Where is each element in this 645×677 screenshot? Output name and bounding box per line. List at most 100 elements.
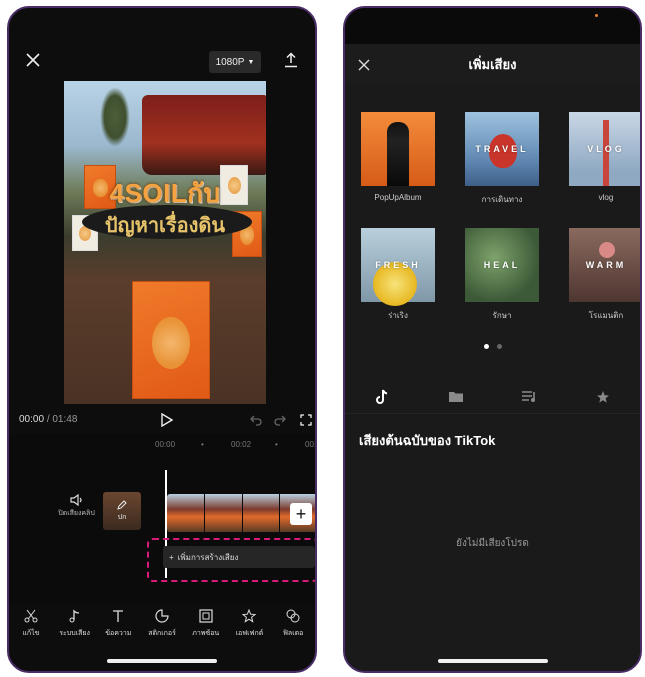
tool-label: เอฟเฟกต์ [235, 630, 264, 637]
editor-screen: 1080P ▼ 4SOILกับ ปัญหาเรื่องดิน 00:00 / … [7, 6, 317, 673]
tool-sticker[interactable]: สติกเกอร์ [140, 608, 184, 648]
album-art-text: HEAL [483, 260, 521, 270]
product-package-main [132, 281, 210, 399]
play-icon[interactable] [157, 410, 177, 430]
cover-button[interactable]: ปก [103, 492, 141, 530]
sound-header: เพิ่มเสียง [345, 44, 640, 84]
page-indicator [345, 344, 640, 349]
tree-graphic [100, 87, 130, 147]
music-note-icon [66, 608, 84, 624]
sticker-icon [153, 608, 171, 624]
tool-overlay[interactable]: ภาพซ้อน [184, 608, 228, 648]
album-art: HEAL [465, 228, 539, 302]
home-indicator[interactable] [107, 659, 217, 663]
clip-thumbnail [204, 494, 242, 532]
editor-top-bar: 1080P ▼ [9, 48, 315, 78]
page-dot-active[interactable] [483, 344, 489, 349]
voiceover-highlight: + เพิ่มการสร้างเสียง [147, 538, 315, 582]
album-art: TRAVEL [465, 112, 539, 186]
tab-tiktok[interactable] [362, 383, 402, 411]
ruler-dot: • [201, 440, 204, 449]
close-icon[interactable] [21, 48, 45, 72]
speaker-icon [69, 493, 82, 507]
ruler-tick: 00:0 [305, 440, 317, 449]
camera-dot [595, 14, 598, 17]
tool-label: ภาพซ้อน [192, 630, 220, 637]
tab-folder[interactable] [436, 383, 476, 411]
folder-icon [448, 392, 463, 402]
mute-clip-label: ปิดเสียงคลิป [58, 510, 95, 517]
tool-audio[interactable]: ระบบเสียง [53, 608, 97, 648]
redo-icon[interactable] [271, 411, 289, 429]
filter-icon [284, 608, 302, 624]
tool-effects[interactable]: เอฟเฟกต์ [228, 608, 272, 648]
album-art: VLOG [569, 112, 640, 186]
album-art-text: WARM [585, 260, 627, 270]
album-card[interactable]: WARM โรแมนติก [569, 228, 640, 322]
pencil-icon [117, 499, 127, 510]
album-card[interactable]: TRAVEL การเดินทาง [465, 112, 539, 206]
tool-label: สติกเกอร์ [148, 630, 176, 637]
effects-icon [240, 608, 258, 624]
tool-label: แก้ไข [22, 630, 40, 637]
album-caption: การเดินทาง [481, 195, 523, 204]
tool-bar: แก้ไข ระบบเสียง ข้อความ สติกเกอร์ ภาพซ้อ… [9, 608, 315, 648]
total-time: 01:48 [52, 414, 78, 425]
album-caption: PopUpAlbum [374, 193, 422, 202]
album-art-text: VLOG [587, 144, 625, 154]
album-art-text: FRESH [375, 260, 421, 270]
resolution-label: 1080P [215, 56, 245, 68]
add-voiceover-button[interactable]: + เพิ่มการสร้างเสียง [163, 546, 315, 568]
mute-clip-audio-button[interactable]: ปิดเสียงคลิป [54, 493, 99, 519]
video-title-line2: ปัญหาเรื่องดิน [104, 215, 226, 237]
album-card[interactable]: HEAL รักษา [465, 228, 539, 322]
home-indicator[interactable] [437, 659, 548, 663]
album-art [361, 112, 435, 186]
album-art: WARM [569, 228, 640, 302]
album-card[interactable]: VLOG vlog [569, 112, 640, 202]
ruler-tick: 00:02 [231, 440, 252, 449]
tool-label: ระบบเสียง [59, 630, 90, 637]
album-card[interactable]: FRESH ร่าเริง [361, 228, 435, 322]
tab-playlist[interactable] [509, 383, 549, 411]
timeline-ruler: 00:00 • 00:02 • 00:0 [9, 440, 315, 454]
tool-label: ข้อความ [105, 630, 132, 637]
clip-thumbnail [167, 494, 204, 532]
tool-text[interactable]: ข้อความ [96, 608, 140, 648]
resolution-dropdown[interactable]: 1080P ▼ [209, 51, 261, 73]
time-readout: 00:00 / 01:48 [19, 414, 77, 425]
picture-in-picture-icon [197, 608, 215, 624]
sound-library: PopUpAlbum TRAVEL การเดินทาง VLOG vlog F… [345, 84, 640, 671]
album-art: FRESH [361, 228, 435, 306]
section-title: เสียงต้นฉบับของ TikTok [359, 433, 496, 448]
tool-label: ฟิลเตอ [282, 630, 304, 637]
add-voiceover-label: เพิ่มการสร้างเสียง [177, 552, 239, 562]
close-icon[interactable] [355, 56, 373, 74]
timeline[interactable]: 00:00 • 00:02 • 00:0 ปิดเสียงคลิป ปก + +… [9, 434, 315, 604]
caret-down-icon: ▼ [247, 58, 255, 66]
playback-controls: 00:00 / 01:48 [9, 410, 315, 432]
ruler-tick: 00:00 [155, 440, 176, 449]
clip-thumbnail [242, 494, 280, 532]
cover-label: ปก [117, 513, 127, 521]
video-preview[interactable]: 4SOILกับ ปัญหาเรื่องดิน [64, 81, 266, 404]
album-caption: ร่าเริง [388, 311, 408, 320]
page-dot[interactable] [496, 344, 502, 349]
fullscreen-icon[interactable] [297, 411, 315, 429]
tiktok-icon [375, 389, 388, 404]
album-card[interactable]: PopUpAlbum [361, 112, 435, 202]
status-bar [345, 8, 640, 44]
album-art-text: TRAVEL [475, 144, 529, 154]
undo-icon[interactable] [247, 411, 265, 429]
album-caption: รักษา [492, 311, 512, 320]
empty-state-text: ยังไม่มีเสียงโปรด [456, 538, 529, 549]
tab-favorites[interactable] [583, 383, 623, 411]
tool-edit[interactable]: แก้ไข [9, 608, 53, 648]
add-clip-button[interactable]: + [290, 503, 312, 525]
current-time: 00:00 [19, 414, 45, 425]
export-icon[interactable] [279, 48, 303, 72]
video-title-line1: 4SOILกับ [109, 178, 221, 208]
ruler-dot: • [275, 440, 278, 449]
page-title: เพิ่มเสียง [468, 56, 517, 72]
tool-filter[interactable]: ฟิลเตอ [271, 608, 315, 648]
